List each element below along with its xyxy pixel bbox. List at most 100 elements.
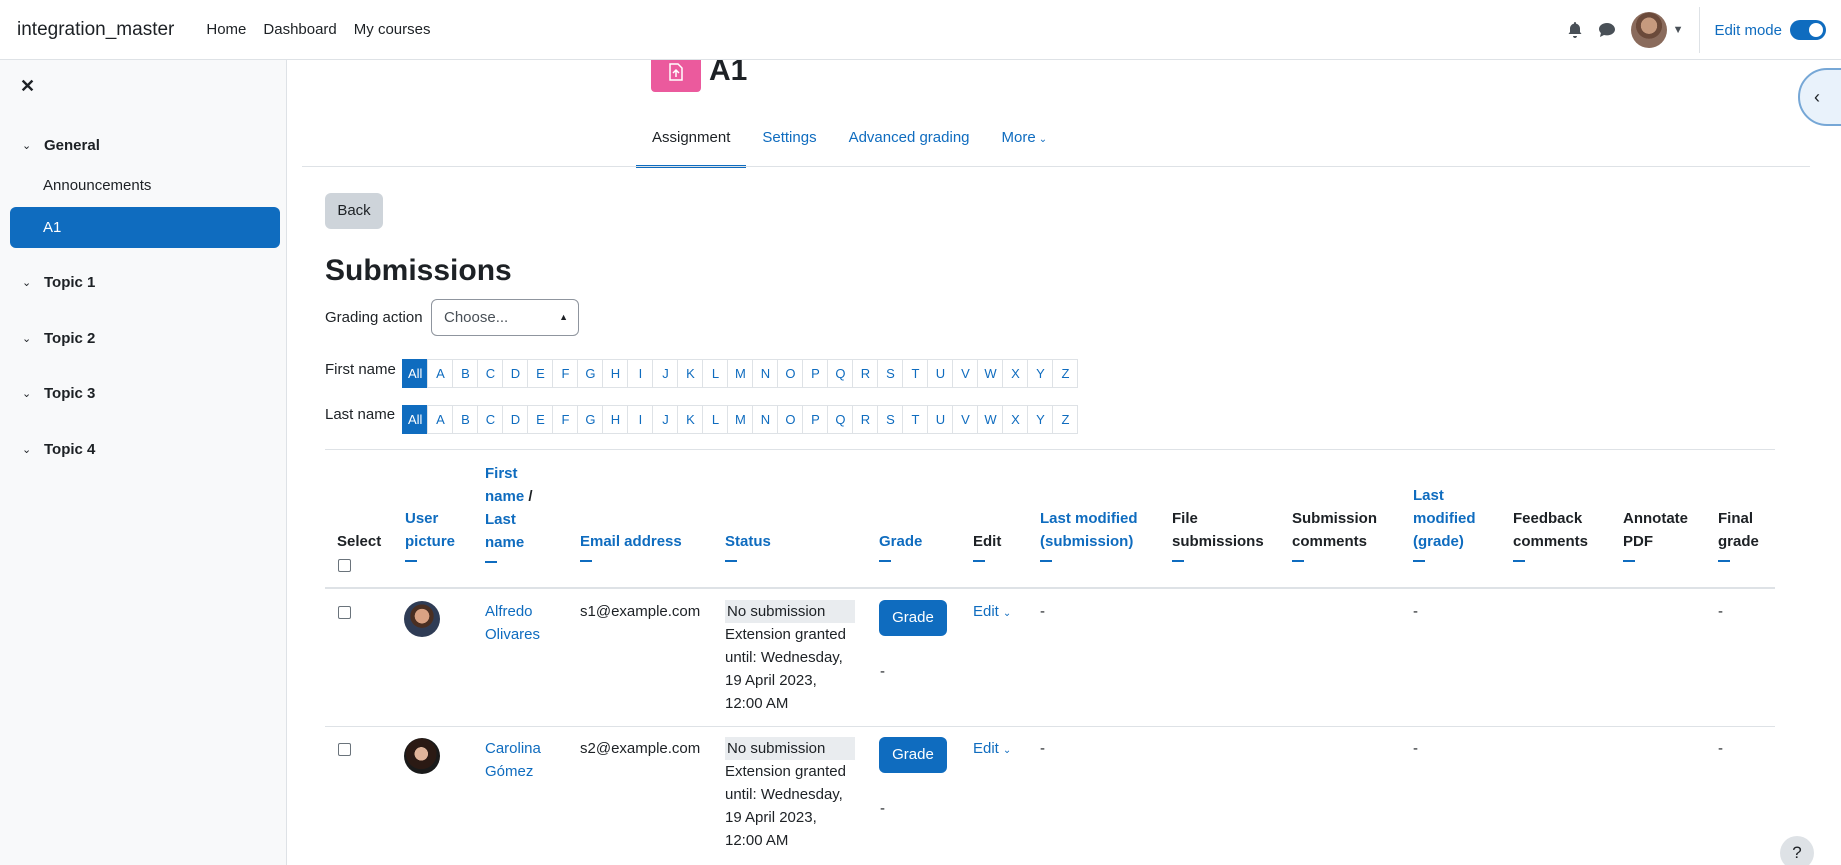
last-initial-q[interactable]: Q	[827, 405, 854, 434]
notifications-icon[interactable]	[1559, 14, 1591, 46]
last-initial-e[interactable]: E	[527, 405, 554, 434]
last-initial-r[interactable]: R	[852, 405, 879, 434]
section-topic-1[interactable]: ⌄ Topic 1	[22, 274, 95, 291]
last-initial-w[interactable]: W	[977, 405, 1004, 434]
section-topic-2[interactable]: ⌄ Topic 2	[22, 330, 95, 347]
avatar[interactable]	[404, 601, 440, 637]
last-initial-m[interactable]: M	[727, 405, 754, 434]
first-initial-q[interactable]: Q	[827, 359, 854, 388]
header-user-picture[interactable]: User picture	[405, 507, 455, 562]
tab-assignment[interactable]: Assignment	[636, 122, 747, 168]
header-last-modified-submission[interactable]: Last modified (submission)	[1040, 507, 1138, 562]
collapse-column-icon[interactable]	[1172, 560, 1184, 562]
drawer-item-announcements[interactable]: Announcements	[43, 177, 151, 194]
tab-more[interactable]: More ⌄	[986, 122, 1064, 168]
row-select-checkbox[interactable]	[338, 606, 351, 619]
last-initial-t[interactable]: T	[902, 405, 929, 434]
last-initial-g[interactable]: G	[577, 405, 604, 434]
first-initial-f[interactable]: F	[552, 359, 579, 388]
nav-dashboard[interactable]: Dashboard	[263, 21, 336, 38]
first-initial-g[interactable]: G	[577, 359, 604, 388]
collapse-column-icon[interactable]	[1292, 560, 1304, 562]
last-initial-k[interactable]: K	[677, 405, 704, 434]
first-initial-x[interactable]: X	[1002, 359, 1029, 388]
grade-button[interactable]: Grade	[879, 600, 947, 636]
collapse-column-icon[interactable]	[405, 560, 417, 562]
collapse-column-icon[interactable]	[879, 560, 891, 562]
collapse-column-icon[interactable]	[1623, 560, 1635, 562]
first-initial-t[interactable]: T	[902, 359, 929, 388]
user-menu-chevron-icon[interactable]: ▼	[1673, 24, 1684, 36]
first-initial-h[interactable]: H	[602, 359, 629, 388]
collapse-column-icon[interactable]	[1413, 560, 1425, 562]
collapse-column-icon[interactable]	[580, 560, 592, 562]
last-initial-u[interactable]: U	[927, 405, 954, 434]
first-initial-z[interactable]: Z	[1052, 359, 1079, 388]
user-avatar[interactable]	[1630, 12, 1667, 48]
first-initial-y[interactable]: Y	[1027, 359, 1054, 388]
edit-menu[interactable]: Edit ⌄	[973, 600, 1011, 625]
first-initial-v[interactable]: V	[952, 359, 979, 388]
first-initial-j[interactable]: J	[652, 359, 679, 388]
collapse-column-icon[interactable]	[973, 560, 985, 562]
last-initial-all[interactable]: All	[402, 405, 429, 434]
last-initial-l[interactable]: L	[702, 405, 729, 434]
first-initial-n[interactable]: N	[752, 359, 779, 388]
last-initial-f[interactable]: F	[552, 405, 579, 434]
first-initial-w[interactable]: W	[977, 359, 1004, 388]
first-initial-o[interactable]: O	[777, 359, 804, 388]
first-initial-s[interactable]: S	[877, 359, 904, 388]
edit-menu[interactable]: Edit ⌄	[973, 737, 1011, 762]
header-first-last-name[interactable]: First name / Last name	[485, 462, 533, 563]
last-initial-v[interactable]: V	[952, 405, 979, 434]
first-initial-a[interactable]: A	[427, 359, 454, 388]
first-initial-d[interactable]: D	[502, 359, 529, 388]
grading-action-select[interactable]: Choose... ▲	[431, 299, 579, 336]
nav-my-courses[interactable]: My courses	[354, 21, 431, 38]
section-topic-4[interactable]: ⌄ Topic 4	[22, 441, 95, 458]
last-initial-b[interactable]: B	[452, 405, 479, 434]
header-email[interactable]: Email address	[580, 530, 682, 562]
site-brand[interactable]: integration_master	[17, 19, 174, 41]
first-initial-c[interactable]: C	[477, 359, 504, 388]
first-initial-k[interactable]: K	[677, 359, 704, 388]
first-initial-r[interactable]: R	[852, 359, 879, 388]
last-initial-h[interactable]: H	[602, 405, 629, 434]
tab-advanced-grading[interactable]: Advanced grading	[833, 122, 986, 168]
first-initial-p[interactable]: P	[802, 359, 829, 388]
tab-settings[interactable]: Settings	[746, 122, 832, 168]
close-drawer-icon[interactable]: ✕	[20, 76, 35, 97]
first-initial-u[interactable]: U	[927, 359, 954, 388]
last-initial-y[interactable]: Y	[1027, 405, 1054, 434]
last-initial-i[interactable]: I	[627, 405, 654, 434]
first-initial-l[interactable]: L	[702, 359, 729, 388]
student-last-name[interactable]: Olivares	[485, 626, 540, 643]
last-initial-z[interactable]: Z	[1052, 405, 1079, 434]
student-name-link[interactable]: Carolina Gómez	[485, 737, 541, 783]
student-name-link[interactable]: Alfredo Olivares	[485, 600, 540, 646]
row-select-checkbox[interactable]	[338, 743, 351, 756]
collapse-column-icon[interactable]	[1513, 560, 1525, 562]
collapse-column-icon[interactable]	[1718, 560, 1730, 562]
grade-button[interactable]: Grade	[879, 737, 947, 773]
header-status[interactable]: Status	[725, 530, 771, 562]
first-initial-m[interactable]: M	[727, 359, 754, 388]
last-initial-n[interactable]: N	[752, 405, 779, 434]
section-general[interactable]: ⌄ General	[22, 137, 100, 154]
back-button[interactable]: Back	[325, 193, 383, 229]
drawer-item-a1[interactable]: A1	[10, 207, 280, 248]
section-topic-3[interactable]: ⌄ Topic 3	[22, 385, 95, 402]
nav-home[interactable]: Home	[206, 21, 246, 38]
avatar[interactable]	[404, 738, 440, 774]
last-initial-o[interactable]: O	[777, 405, 804, 434]
last-initial-c[interactable]: C	[477, 405, 504, 434]
student-last-name[interactable]: Gómez	[485, 763, 533, 780]
collapse-column-icon[interactable]	[725, 560, 737, 562]
last-initial-j[interactable]: J	[652, 405, 679, 434]
last-initial-p[interactable]: P	[802, 405, 829, 434]
first-initial-e[interactable]: E	[527, 359, 554, 388]
last-initial-a[interactable]: A	[427, 405, 454, 434]
header-last-modified-grade[interactable]: Last modified (grade)	[1413, 484, 1476, 562]
edit-mode-toggle[interactable]	[1790, 20, 1826, 40]
last-initial-x[interactable]: X	[1002, 405, 1029, 434]
